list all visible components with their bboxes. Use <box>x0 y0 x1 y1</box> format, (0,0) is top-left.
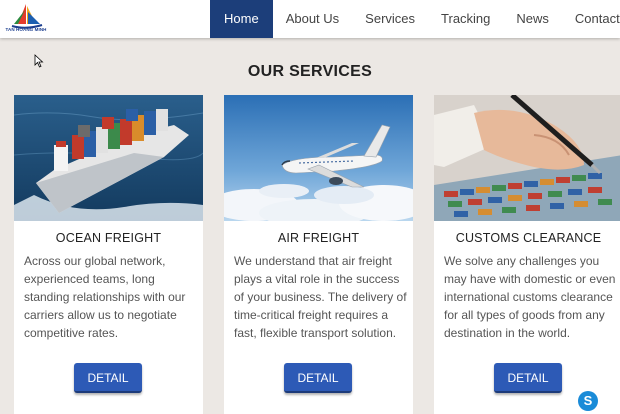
nav-tracking[interactable]: Tracking <box>428 0 503 38</box>
card-description: We solve any challenges you may have wit… <box>444 254 616 340</box>
nav-contact-us[interactable]: Contact Us <box>562 0 620 38</box>
ocean-freight-detail-button[interactable]: DETAIL <box>74 363 142 393</box>
card-title: CUSTOMS CLEARANCE <box>455 231 602 245</box>
service-card-ocean-freight: OCEAN FREIGHT Across our global network,… <box>14 95 203 414</box>
customs-clearance-detail-button[interactable]: DETAIL <box>494 363 562 393</box>
nav-services[interactable]: Services <box>352 0 428 38</box>
site-header: TAN HOANG MINH Home About Us Services Tr… <box>0 0 620 38</box>
card-description: Across our global network, experienced t… <box>24 254 186 340</box>
card-description: We understand that air freight plays a v… <box>234 254 407 340</box>
card-title: AIR FREIGHT <box>277 231 360 245</box>
service-card-customs-clearance: CUSTOMS CLEARANCE We solve any challenge… <box>434 95 620 414</box>
air-freight-image <box>224 95 413 221</box>
service-card-air-freight: AIR FREIGHT We understand that air freig… <box>224 95 413 414</box>
logo-text: TAN HOANG MINH <box>5 27 47 32</box>
nav-home[interactable]: Home <box>210 0 273 38</box>
skype-icon[interactable]: S <box>578 391 598 411</box>
nav-news[interactable]: News <box>503 0 562 38</box>
air-freight-detail-button[interactable]: DETAIL <box>284 363 352 393</box>
main-nav: Home About Us Services Tracking News Con… <box>210 0 620 38</box>
nav-about-us[interactable]: About Us <box>273 0 352 38</box>
card-title: OCEAN FREIGHT <box>55 231 162 245</box>
ocean-freight-image <box>14 95 203 221</box>
section-title: OUR SERVICES <box>247 63 373 80</box>
customs-clearance-image <box>434 95 620 221</box>
